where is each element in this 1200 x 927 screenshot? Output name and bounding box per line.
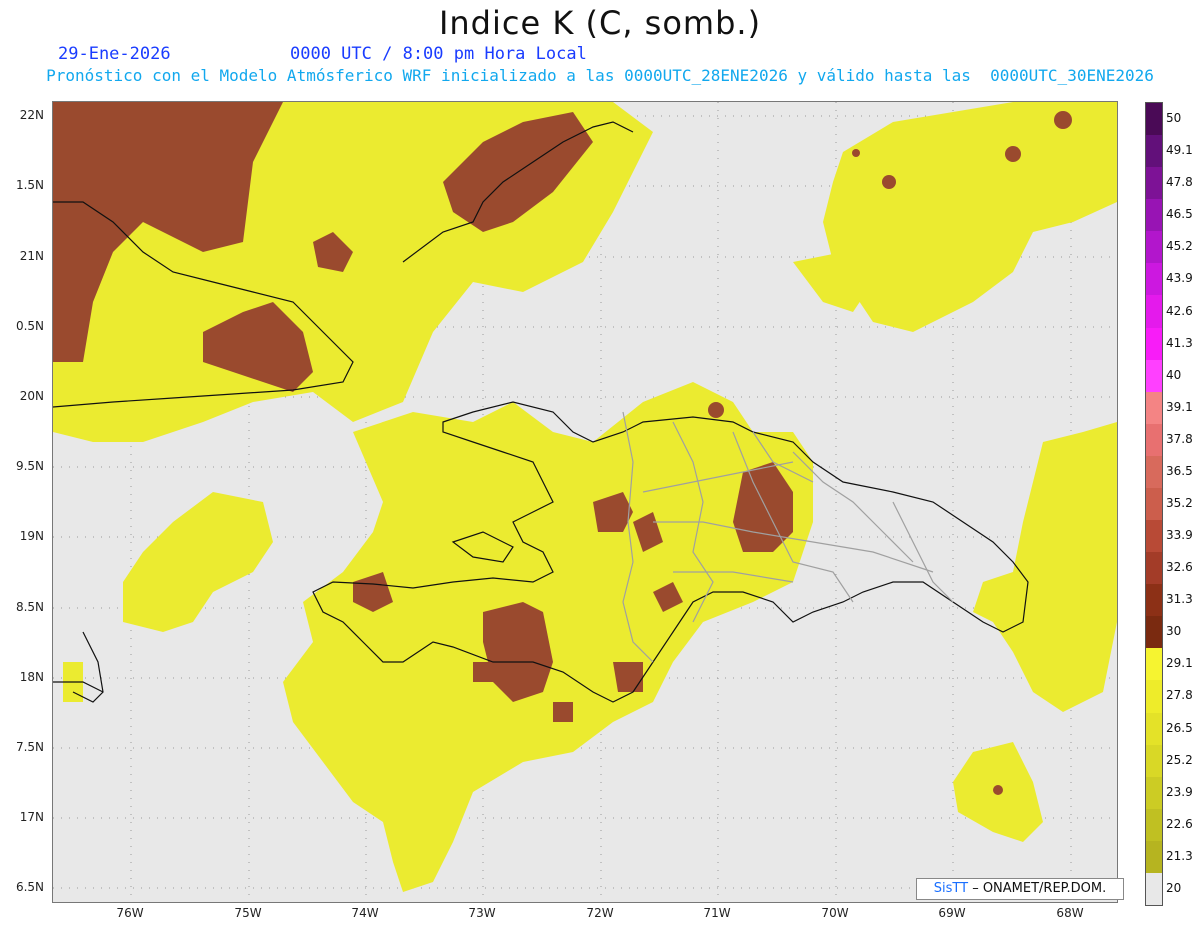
lat-label: 6.5N: [15, 880, 44, 894]
colorbar-segment: [1146, 552, 1162, 585]
lat-label: 18N: [19, 670, 44, 684]
colorbar-segment: [1146, 680, 1162, 714]
colorbar-segment: [1146, 712, 1162, 746]
colorbar-segment: [1146, 872, 1162, 906]
colorbar-label: 33.9: [1166, 528, 1193, 543]
colorbar-segment: [1146, 616, 1162, 649]
colorbar-label: 25.2: [1166, 752, 1193, 767]
colorbar-label: 46.5: [1166, 207, 1193, 222]
colorbar-label: 27.8: [1166, 688, 1193, 703]
colorbar-label: 26.5: [1166, 720, 1193, 735]
colorbar-segment: [1146, 167, 1162, 200]
lat-label: 19N: [19, 529, 44, 543]
colorbar-segment: [1146, 808, 1162, 842]
lon-label: 71W: [703, 906, 731, 920]
lon-label: 76W: [116, 906, 144, 920]
lat-label: 22N: [19, 108, 44, 122]
colorbar-label: 21.3: [1166, 848, 1193, 863]
colorbar-label: 36.5: [1166, 463, 1193, 478]
lat-label: 8.5N: [15, 600, 44, 614]
forecast-description: Pronóstico con el Modelo Atmósferico WRF…: [46, 66, 1154, 85]
colorbar-segment: [1146, 455, 1162, 489]
colorbar-label: 43.9: [1166, 271, 1193, 286]
colorbar-label: 37.8: [1166, 431, 1193, 446]
forecast-date: 29-Ene-2026: [58, 44, 171, 64]
colorbar-segment: [1146, 744, 1162, 778]
colorbar-label: 35.2: [1166, 496, 1193, 510]
lon-label: 72W: [586, 906, 614, 920]
colorbar-segment: [1146, 584, 1162, 617]
colorbar-segment: [1146, 327, 1162, 361]
colorbar-label: 49.1: [1166, 143, 1193, 158]
colorbar-label: 40: [1166, 367, 1182, 382]
map-title: Indice K (C, somb.): [438, 4, 762, 42]
colorbar: [1145, 102, 1163, 906]
colorbar-segment: [1146, 776, 1162, 810]
lon-label: 73W: [468, 906, 496, 920]
lat-label: 1.5N: [15, 178, 44, 192]
colorbar-segment: [1146, 391, 1162, 425]
lon-label: 70W: [821, 906, 849, 920]
lat-label: 17N: [19, 810, 44, 824]
lon-label: 68W: [1056, 906, 1084, 920]
credit-text: – ONAMET/REP.DOM.: [968, 881, 1107, 896]
sistt-logo: SisTT: [933, 881, 969, 896]
colorbar-segment: [1146, 359, 1162, 393]
colorbar-label: 45.2: [1166, 239, 1193, 254]
colorbar-segment: [1146, 295, 1162, 329]
colorbar-label: 39.1: [1166, 399, 1193, 414]
lat-label: 20N: [19, 389, 44, 403]
colorbar-segment: [1146, 648, 1162, 681]
colorbar-label: 30: [1166, 624, 1182, 639]
colorbar-segment: [1146, 103, 1162, 136]
colorbar-label: 32.6: [1166, 560, 1193, 575]
lat-label: 7.5N: [15, 740, 44, 754]
colorbar-label: 23.9: [1166, 784, 1193, 799]
colorbar-label: 20: [1166, 880, 1182, 895]
colorbar-segment: [1146, 231, 1162, 264]
colorbar-label: 31.3: [1166, 592, 1193, 607]
colorbar-label: 50: [1166, 111, 1182, 126]
colorbar-label: 42.6: [1166, 303, 1193, 318]
lon-label: 75W: [234, 906, 262, 920]
lon-label: 69W: [938, 906, 966, 920]
k-index-map: [52, 101, 1118, 903]
colorbar-label: 47.8: [1166, 175, 1193, 190]
colorbar-segment: [1146, 135, 1162, 168]
colorbar-segment: [1146, 487, 1162, 521]
colorbar-label: 22.6: [1166, 816, 1193, 831]
lat-label: 0.5N: [15, 319, 44, 333]
forecast-time: 0000 UTC / 8:00 pm Hora Local: [290, 44, 587, 64]
colorbar-segment: [1146, 263, 1162, 296]
lat-label: 21N: [19, 249, 44, 263]
colorbar-segment: [1146, 840, 1162, 874]
colorbar-label: 29.1: [1166, 656, 1193, 671]
lat-label: 9.5N: [15, 459, 44, 473]
colorbar-segment: [1146, 423, 1162, 457]
colorbar-segment: [1146, 520, 1162, 553]
colorbar-label: 41.3: [1166, 335, 1193, 350]
lon-label: 74W: [351, 906, 379, 920]
map-canvas: [53, 102, 1117, 902]
colorbar-segment: [1146, 199, 1162, 232]
credit-box: SisTT – ONAMET/REP.DOM.: [916, 878, 1124, 900]
